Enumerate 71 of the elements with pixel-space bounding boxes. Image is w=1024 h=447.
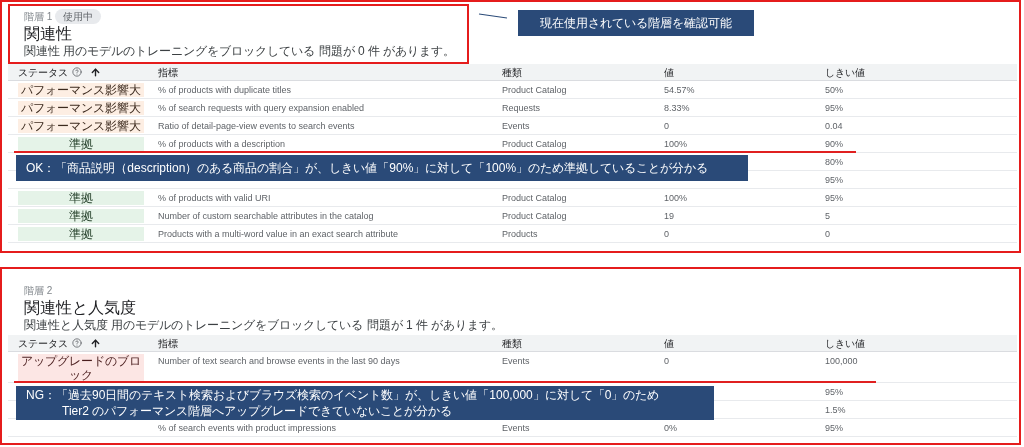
threshold-value: 5 xyxy=(825,210,830,223)
column-header: ステータス xyxy=(18,336,68,351)
metric-value: 0 xyxy=(664,228,669,241)
metric-name: % of products with valid URI xyxy=(158,192,271,205)
metric-value: 100% xyxy=(664,192,688,205)
annotation-callout: OK：「商品説明（description）のある商品の割合」が、しきい値「90%」に対して「100%」のため準拠していることが分かる xyxy=(16,155,748,181)
threshold-value: 0 xyxy=(825,228,830,241)
annotation-callout: 現在使用されている階層を確認可能 xyxy=(518,10,754,36)
tier-title: 関連性と人気度 xyxy=(24,298,137,318)
annotation-callout: NG：「過去90日間のテキスト検索およびブラウズ検索のイベント数」が、しきい値「100,000」に対して「0」のため Tier2 のパフォーマンス階層へアップグレードできていないことが分かる xyxy=(16,386,714,420)
metric-type: Events xyxy=(502,422,530,435)
metric-type: Events xyxy=(502,120,530,133)
metric-name: % of products with duplicate titles xyxy=(158,84,292,97)
tier-title: 関連性 xyxy=(24,24,73,44)
threshold-value: 1.5% xyxy=(825,404,846,417)
status-badge: パフォーマンス影響大 xyxy=(18,119,144,133)
threshold-value: 50% xyxy=(825,84,843,97)
threshold-value: 95% xyxy=(825,422,843,435)
metric-value: 0% xyxy=(664,422,677,435)
metric-type: Product Catalog xyxy=(502,192,567,205)
threshold-value: 90% xyxy=(825,138,843,151)
tier-label: 階層 1 xyxy=(24,10,53,24)
metric-value: 100% xyxy=(664,138,688,151)
status-badge: 準拠 xyxy=(18,191,144,205)
threshold-value: 95% xyxy=(825,174,843,187)
column-header: しきい値 xyxy=(825,336,865,351)
metric-type: Events xyxy=(502,355,530,368)
column-header: 値 xyxy=(664,336,674,351)
status-badge: 準拠 xyxy=(18,209,144,223)
metric-value: 0 xyxy=(664,120,669,133)
metric-name: % of search requests with query expansion enabled xyxy=(158,102,365,115)
sort-arrow-icon[interactable] xyxy=(90,66,101,78)
metric-name: Number of custom searchable attributes in the catalog xyxy=(158,210,374,223)
status-chip: 使用中 xyxy=(55,9,102,24)
status-badge: パフォーマンス影響大 xyxy=(18,101,144,115)
tier-description: 関連性と人気度 用のモデルのトレーニングをブロックしている 問題が 1 件 があります。 xyxy=(24,318,504,333)
metric-value: 8.33% xyxy=(664,102,690,115)
threshold-value: 100,000 xyxy=(825,355,858,368)
metric-value: 0 xyxy=(664,355,669,368)
column-header: 値 xyxy=(664,65,674,80)
metric-name: Products with a multi-word value in an exact search attribute xyxy=(158,228,399,241)
sort-arrow-icon[interactable] xyxy=(90,337,101,349)
column-header: 指標 xyxy=(158,65,178,80)
metric-type: Product Catalog xyxy=(502,84,567,97)
threshold-value: 95% xyxy=(825,102,843,115)
status-badge: 準拠 xyxy=(18,227,144,241)
column-header: ステータス xyxy=(18,65,68,80)
metric-type: Products xyxy=(502,228,538,241)
metric-name: % of search events with product impressions xyxy=(158,422,337,435)
threshold-value: 0.04 xyxy=(825,120,843,133)
threshold-value: 95% xyxy=(825,192,843,205)
metric-type: Product Catalog xyxy=(502,210,567,223)
leader-line xyxy=(478,12,508,20)
column-header: 指標 xyxy=(158,336,178,351)
column-header: 種類 xyxy=(502,336,522,351)
metric-name: Ratio of detail-page-view events to search events xyxy=(158,120,355,133)
status-badge: アップグレードのブロック xyxy=(18,354,144,382)
column-header: 種類 xyxy=(502,65,522,80)
metric-value: 19 xyxy=(664,210,674,223)
status-badge: 準拠 xyxy=(18,137,144,151)
metric-type: Requests xyxy=(502,102,541,115)
tier-description: 関連性 用のモデルのトレーニングをブロックしている 問題が 0 件 があります。 xyxy=(24,44,456,59)
threshold-value: 80% xyxy=(825,156,843,169)
column-header: しきい値 xyxy=(825,65,865,80)
metric-value: 54.57% xyxy=(664,84,695,97)
tier-label: 階層 2 xyxy=(24,284,53,298)
threshold-value: 95% xyxy=(825,386,843,399)
metric-type: Product Catalog xyxy=(502,138,567,151)
status-badge: パフォーマンス影響大 xyxy=(18,83,144,97)
metric-name: Number of text search and browse events in the last 90 days xyxy=(158,355,400,368)
metric-name: % of products with a description xyxy=(158,138,286,151)
